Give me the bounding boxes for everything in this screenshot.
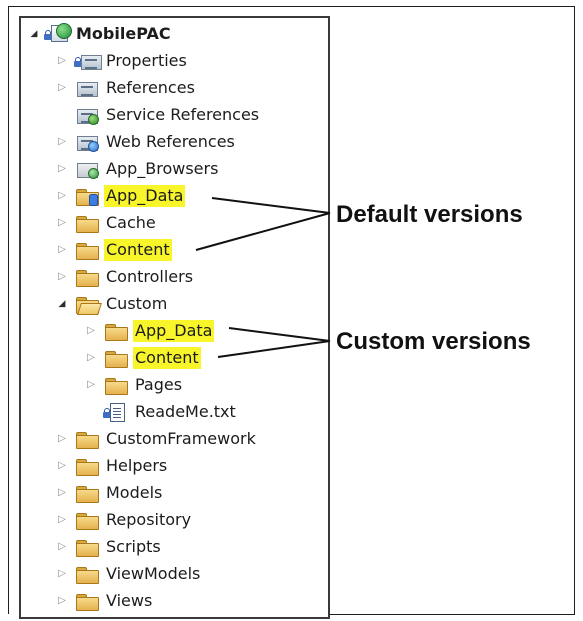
tree-item-properties[interactable]: ▷ Properties — [55, 47, 189, 74]
tree-item-cache[interactable]: ▷ Cache — [55, 209, 158, 236]
collapsed-arrow-icon[interactable]: ▷ — [55, 209, 69, 236]
tree-item-label: ViewModels — [106, 563, 201, 583]
folder-icon — [75, 429, 99, 449]
collapsed-arrow-icon[interactable]: ▷ — [55, 74, 69, 101]
folder-icon — [75, 456, 99, 476]
text-file-icon — [103, 402, 128, 422]
tree-item-scripts[interactable]: ▷ Scripts — [55, 533, 163, 560]
collapsed-arrow-icon[interactable]: ▷ — [55, 560, 69, 587]
tree-item-label: App_Data — [133, 319, 215, 342]
collapsed-arrow-icon[interactable]: ▷ — [55, 533, 69, 560]
tree-item-label: Custom — [106, 293, 168, 313]
tree-item-label: MobilePAC — [76, 23, 171, 43]
tree-item-viewmodels[interactable]: ▷ ViewModels — [55, 560, 202, 587]
tree-item-label: Controllers — [106, 266, 194, 286]
folder-icon — [104, 348, 128, 368]
tree-item-label: CustomFramework — [106, 428, 256, 448]
folder-icon — [75, 240, 99, 260]
collapsed-arrow-icon[interactable]: ▷ — [84, 317, 98, 344]
tree-item-label: Scripts — [106, 536, 161, 556]
collapsed-arrow-icon[interactable]: ▷ — [55, 236, 69, 263]
collapsed-arrow-icon[interactable]: ▷ — [55, 425, 69, 452]
tree-item-label: Repository — [106, 509, 192, 529]
collapsed-arrow-icon[interactable]: ▷ — [84, 371, 98, 398]
tree-item-label: Views — [106, 590, 153, 610]
tree-item-label: Cache — [106, 212, 156, 232]
solution-explorer-tree: ◢ MobilePAC ▷ Properties ▷ References Se… — [19, 16, 330, 619]
tree-item-references[interactable]: ▷ References — [55, 74, 197, 101]
folder-icon — [75, 510, 99, 530]
tree-item-custom-pages[interactable]: ▷ Pages — [84, 371, 184, 398]
annotation-default-versions: Default versions — [336, 201, 523, 228]
web-references-icon — [75, 132, 99, 152]
tree-item-label: App_Data — [104, 184, 186, 207]
collapsed-arrow-icon[interactable]: ▷ — [55, 47, 69, 74]
tree-item-label: App_Browsers — [106, 158, 219, 178]
collapsed-arrow-icon[interactable]: ▷ — [84, 344, 98, 371]
tree-item-app-browsers[interactable]: ▷ App_Browsers — [55, 155, 220, 182]
tree-item-label: Helpers — [106, 455, 168, 475]
tree-item-repository[interactable]: ▷ Repository — [55, 506, 193, 533]
collapsed-arrow-icon[interactable]: ▷ — [55, 587, 69, 614]
folder-icon — [104, 375, 128, 395]
tree-item-custom-app-data[interactable]: ▷ App_Data — [84, 317, 215, 344]
properties-icon — [74, 51, 102, 71]
folder-open-icon — [75, 294, 102, 315]
tree-item-content[interactable]: ▷ Content — [55, 236, 172, 263]
tree-item-label: Models — [106, 482, 163, 502]
collapsed-arrow-icon[interactable]: ▷ — [55, 128, 69, 155]
tree-item-customframework[interactable]: ▷ CustomFramework — [55, 425, 258, 452]
tree-item-controllers[interactable]: ▷ Controllers — [55, 263, 195, 290]
collapsed-arrow-icon[interactable]: ▷ — [55, 263, 69, 290]
folder-icon — [75, 564, 99, 584]
tree-item-label: Content — [104, 238, 172, 261]
references-icon — [75, 78, 99, 98]
tree-item-helpers[interactable]: ▷ Helpers — [55, 452, 169, 479]
tree-item-label: Pages — [135, 374, 183, 394]
tree-item-label: Service References — [106, 104, 260, 124]
tree-item-web-references[interactable]: ▷ Web References — [55, 128, 237, 155]
folder-icon — [75, 213, 99, 233]
collapsed-arrow-icon[interactable]: ▷ — [55, 452, 69, 479]
folder-icon — [75, 537, 99, 557]
expanded-arrow-icon[interactable]: ◢ — [27, 20, 41, 47]
folder-icon — [75, 267, 99, 287]
collapsed-arrow-icon[interactable]: ▷ — [55, 506, 69, 533]
tree-item-models[interactable]: ▷ Models — [55, 479, 164, 506]
tree-item-custom-content[interactable]: ▷ Content — [84, 344, 201, 371]
tree-item-label: References — [106, 77, 195, 97]
collapsed-arrow-icon[interactable]: ▷ — [55, 479, 69, 506]
tree-item-label: Properties — [106, 50, 187, 70]
service-references-icon — [75, 105, 99, 125]
csharp-project-icon — [44, 22, 72, 44]
app-browsers-folder-icon — [75, 159, 99, 179]
tree-item-custom[interactable]: ◢ Custom — [55, 290, 169, 317]
tree-item-service-references[interactable]: Service References — [55, 101, 261, 128]
tree-item-views[interactable]: ▷ Views — [55, 587, 154, 614]
tree-item-label: ReadeMe.txt — [135, 401, 236, 421]
tree-item-readme-file[interactable]: ReadeMe.txt — [84, 398, 238, 425]
folder-icon — [104, 321, 128, 341]
app-data-folder-icon — [75, 186, 99, 206]
tree-item-label: Content — [133, 346, 201, 369]
tree-root-mobilepac[interactable]: ◢ MobilePAC — [27, 20, 173, 47]
folder-icon — [75, 483, 99, 503]
tree-item-app-data[interactable]: ▷ App_Data — [55, 182, 186, 209]
annotation-custom-versions: Custom versions — [336, 328, 531, 355]
collapsed-arrow-icon[interactable]: ▷ — [55, 155, 69, 182]
collapsed-arrow-icon[interactable]: ▷ — [55, 182, 69, 209]
tree-item-label: Web References — [106, 131, 235, 151]
folder-icon — [75, 591, 99, 611]
expanded-arrow-icon[interactable]: ◢ — [55, 290, 69, 317]
